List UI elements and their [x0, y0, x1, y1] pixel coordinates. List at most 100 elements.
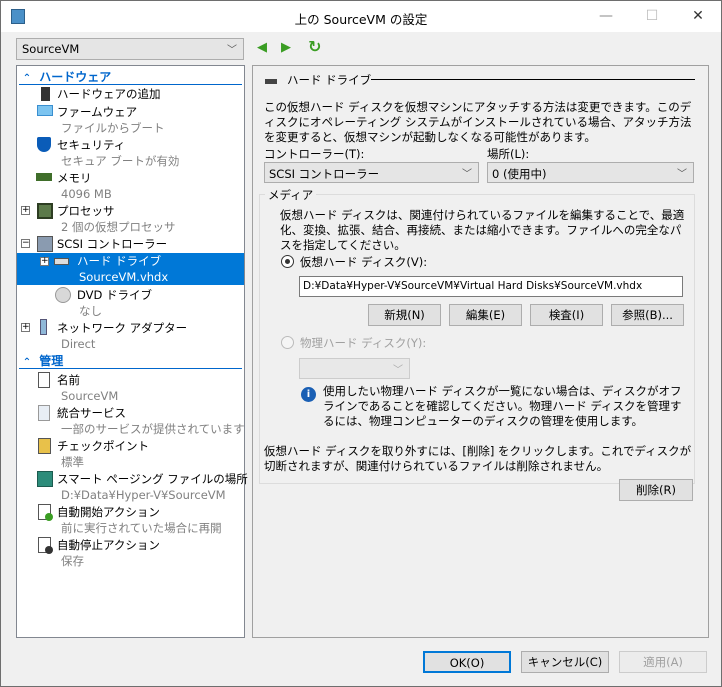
add-hardware-icon — [41, 87, 50, 101]
location-value: 0 (使用中) — [492, 167, 547, 181]
remove-button[interactable]: 削除(R) — [619, 479, 693, 501]
item-sub: 保存 — [61, 554, 84, 568]
physical-disk-radio[interactable] — [281, 336, 294, 349]
vm-select[interactable]: SourceVM ﹀ — [16, 38, 244, 60]
chevron-down-icon: ﹀ — [462, 169, 472, 180]
cancel-button[interactable]: キャンセル(C) — [521, 651, 609, 673]
sidebar-item-auto-start[interactable]: 自動開始アクション前に実行されていた場合に再開 — [17, 503, 244, 536]
sidebar-item-name[interactable]: 名前 SourceVM — [17, 371, 244, 404]
item-label: ハードウェアの追加 — [57, 87, 161, 101]
item-label: ネットワーク アダプター — [57, 321, 188, 335]
management-section-header[interactable]: ⌃ 管理 — [19, 352, 242, 369]
item-sub: セキュア ブートが有効 — [61, 154, 180, 168]
checkpoint-icon — [38, 438, 51, 454]
maximize-button[interactable]: ☐ — [629, 1, 675, 32]
sidebar-item-integration-services[interactable]: 統合サービス一部のサービスが提供されています — [17, 404, 245, 437]
vhd-radio-label[interactable]: 仮想ハード ディスク(V): — [300, 254, 427, 270]
title-bar: 上の SourceVM の設定 — ☐ ✕ — [1, 1, 721, 32]
shield-icon — [37, 137, 51, 152]
ok-button[interactable]: OK(O) — [423, 651, 511, 673]
item-label: スマート ページング ファイルの場所 — [57, 472, 248, 486]
collapse-icon: ⌃ — [22, 357, 32, 368]
sidebar-item-memory[interactable]: メモリ 4096 MB — [17, 169, 244, 202]
item-sub: 4096 MB — [61, 187, 112, 201]
item-label: 名前 — [57, 373, 80, 387]
item-label: ハード ドライブ — [77, 254, 162, 268]
hardware-section-header[interactable]: ⌃ ハードウェア — [19, 68, 242, 85]
close-button[interactable]: ✕ — [675, 1, 721, 32]
item-label: DVD ドライブ — [77, 288, 153, 302]
intro-text: この仮想ハード ディスクを仮想マシンにアタッチする方法は変更できます。このディス… — [264, 100, 692, 144]
item-label: ファームウェア — [57, 105, 138, 119]
hardware-header-label: ハードウェア — [39, 70, 112, 84]
section-divider — [371, 79, 695, 80]
forward-arrow-icon[interactable]: ▶ — [281, 40, 291, 55]
vm-select-value: SourceVM — [22, 42, 80, 56]
physical-disk-select[interactable]: ﹀ — [299, 358, 410, 379]
hard-drive-icon — [54, 258, 69, 265]
vhd-path-input[interactable]: D:¥Data¥Hyper-V¥SourceVM¥Virtual Hard Di… — [299, 276, 683, 297]
item-sub: SourceVM.vhdx — [79, 270, 169, 284]
media-description: 仮想ハード ディスクは、関連付けられているファイルを編集することで、最適化、変換… — [280, 208, 685, 252]
auto-stop-icon — [38, 537, 53, 554]
settings-tree: ⌃ ハードウェア ハードウェアの追加 ファームウェア ファイルからブート セキュリ… — [16, 65, 248, 638]
collapse-icon[interactable]: − — [21, 239, 30, 248]
item-sub: 前に実行されていた場合に再開 — [61, 521, 222, 535]
apply-button[interactable]: 適用(A) — [619, 651, 707, 673]
sidebar-item-smart-paging[interactable]: スマート ページング ファイルの場所 D:¥Data¥Hyper-V¥Source… — [17, 470, 248, 503]
back-arrow-icon[interactable]: ◀ — [257, 40, 267, 55]
sidebar-item-network-adapter[interactable]: + ネットワーク アダプター Direct — [17, 319, 244, 352]
smart-paging-icon — [37, 471, 53, 487]
collapse-icon: ⌃ — [22, 73, 32, 84]
item-label: メモリ — [57, 171, 92, 185]
new-button[interactable]: 新規(N) — [368, 304, 441, 326]
sidebar-item-add-hardware[interactable]: ハードウェアの追加 — [17, 86, 244, 103]
memory-icon — [36, 173, 52, 181]
refresh-icon[interactable]: ↻ — [308, 37, 321, 56]
expand-icon[interactable]: + — [21, 323, 30, 332]
item-sub: Direct — [61, 337, 96, 351]
info-icon: i — [301, 387, 316, 402]
sidebar-item-checkpoints[interactable]: チェックポイント 標準 — [17, 437, 244, 470]
controller-label: コントローラー(T): — [264, 147, 365, 161]
item-sub: D:¥Data¥Hyper-V¥SourceVM — [61, 488, 226, 502]
sidebar-item-scsi-controller[interactable]: − SCSI コントローラー — [17, 235, 244, 252]
sidebar-item-security[interactable]: セキュリティセキュア ブートが有効 — [17, 136, 244, 169]
integration-services-icon — [38, 405, 50, 421]
sidebar-item-hard-drive[interactable]: + ハード ドライブ SourceVM.vhdx — [17, 253, 244, 285]
sidebar-item-firmware[interactable]: ファームウェア ファイルからブート — [17, 103, 244, 136]
browse-button[interactable]: 参照(B)... — [611, 304, 684, 326]
item-label: 統合サービス — [57, 406, 126, 420]
details-pane: ハード ドライブ この仮想ハード ディスクを仮想マシンにアタッチする方法は変更で… — [252, 65, 709, 638]
management-header-label: 管理 — [39, 354, 64, 368]
vhd-radio[interactable] — [281, 255, 294, 268]
item-sub: なし — [79, 304, 102, 318]
sidebar-item-dvd-drive[interactable]: DVD ドライブ なし — [17, 286, 244, 319]
item-label: プロセッサ — [57, 204, 115, 218]
monitor-icon — [37, 105, 53, 116]
remove-description: 仮想ハード ディスクを取り外すには、[削除] をクリックします。これでディスクが… — [264, 444, 692, 473]
item-sub: 標準 — [61, 455, 84, 469]
chevron-down-icon: ﹀ — [393, 365, 403, 376]
location-label: 場所(L): — [487, 147, 530, 161]
item-sub: SourceVM — [61, 389, 119, 403]
minimize-button[interactable]: — — [583, 1, 629, 32]
item-label: 自動開始アクション — [57, 505, 160, 519]
item-sub: 2 個の仮想プロセッサ — [61, 220, 176, 234]
controller-select[interactable]: SCSI コントローラー ﹀ — [264, 162, 479, 183]
chevron-down-icon: ﹀ — [227, 45, 237, 56]
inspect-button[interactable]: 検査(I) — [530, 304, 603, 326]
physical-disk-radio-label[interactable]: 物理ハード ディスク(Y): — [300, 335, 426, 351]
item-sub: 一部のサービスが提供されています — [61, 422, 245, 436]
expand-icon[interactable]: + — [40, 257, 49, 266]
controller-value: SCSI コントローラー — [269, 167, 380, 181]
sidebar-item-auto-stop[interactable]: 自動停止アクション 保存 — [17, 536, 244, 569]
chevron-down-icon: ﹀ — [677, 169, 687, 180]
scsi-controller-icon — [37, 236, 53, 252]
location-select[interactable]: 0 (使用中) ﹀ — [487, 162, 694, 183]
sidebar-item-processor[interactable]: + プロセッサ 2 個の仮想プロセッサ — [17, 202, 244, 235]
item-label: セキュリティ — [57, 138, 126, 152]
name-icon — [38, 372, 50, 388]
expand-icon[interactable]: + — [21, 206, 30, 215]
edit-button[interactable]: 編集(E) — [449, 304, 522, 326]
